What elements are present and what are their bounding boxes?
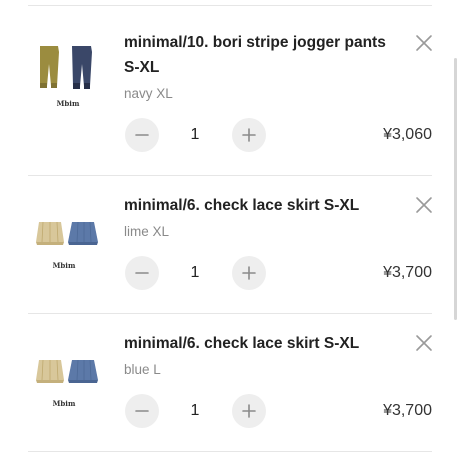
remove-item-button[interactable]: [414, 33, 434, 53]
plus-icon: [242, 404, 256, 418]
jogger-pants-thumbnail-icon: Mbim: [40, 46, 92, 108]
product-title[interactable]: minimal/6. check lace skirt S-XL: [124, 331, 404, 356]
quantity-value: 1: [190, 126, 200, 143]
cart-item: Mbim minimal/6. check lace skirt S-XL li…: [0, 176, 460, 314]
product-title[interactable]: minimal/6. check lace skirt S-XL: [124, 193, 404, 218]
increase-quantity-button[interactable]: [232, 256, 266, 290]
cart-item: Mbim minimal/6. check lace skirt S-XL bl…: [0, 314, 460, 452]
remove-item-button[interactable]: [414, 195, 434, 215]
product-thumbnail[interactable]: Mbim: [28, 200, 108, 280]
product-thumbnail[interactable]: Mbim: [28, 338, 108, 418]
minus-icon: [135, 134, 149, 136]
scrollbar[interactable]: [454, 58, 457, 320]
thumbnail-logo: Mbim: [53, 399, 76, 408]
product-variant: blue L: [124, 362, 161, 377]
plus-icon: [242, 266, 256, 280]
thumbnail-logo: Mbim: [53, 261, 76, 270]
close-icon: [416, 197, 432, 213]
decrease-quantity-button[interactable]: [125, 256, 159, 290]
thumbnail-logo: Mbim: [57, 99, 80, 108]
increase-quantity-button[interactable]: [232, 118, 266, 152]
product-variant: navy XL: [124, 86, 173, 101]
close-icon: [416, 335, 432, 351]
increase-quantity-button[interactable]: [232, 394, 266, 428]
product-thumbnail[interactable]: Mbim: [28, 36, 108, 116]
product-variant: lime XL: [124, 224, 170, 239]
remove-item-button[interactable]: [414, 333, 434, 353]
divider: [28, 451, 432, 452]
item-price: ¥3,700: [383, 264, 432, 281]
close-icon: [416, 35, 432, 51]
cart-item: Mbim minimal/10. bori stripe jogger pant…: [0, 6, 460, 152]
lace-skirt-thumbnail-icon: Mbim: [36, 359, 98, 408]
minus-icon: [135, 410, 149, 412]
quantity-value: 1: [190, 402, 200, 419]
product-title[interactable]: minimal/10. bori stripe jogger pants S-X…: [124, 30, 404, 80]
plus-icon: [242, 128, 256, 142]
minus-icon: [135, 272, 149, 274]
decrease-quantity-button[interactable]: [125, 394, 159, 428]
cart-list: Mbim minimal/10. bori stripe jogger pant…: [0, 0, 460, 460]
quantity-value: 1: [190, 264, 200, 281]
item-price: ¥3,700: [383, 402, 432, 419]
lace-skirt-thumbnail-icon: Mbim: [36, 221, 98, 270]
decrease-quantity-button[interactable]: [125, 118, 159, 152]
item-price: ¥3,060: [383, 126, 432, 143]
